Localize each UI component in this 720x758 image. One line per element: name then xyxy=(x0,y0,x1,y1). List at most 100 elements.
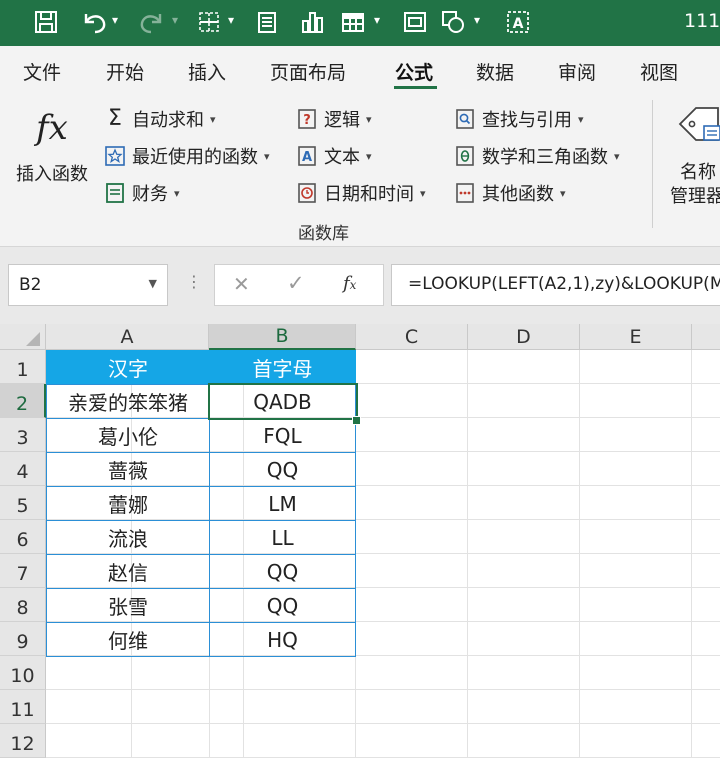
shapes-dropdown-icon[interactable]: ▾ xyxy=(474,13,480,27)
insert-function-button[interactable]: fx 插入函数 xyxy=(12,102,96,202)
math-trig-label: 数学和三角函数 xyxy=(482,147,608,168)
row-header-7[interactable]: 7 xyxy=(0,554,46,588)
tab-file[interactable]: 文件 xyxy=(23,58,61,85)
table-cell[interactable]: 张雪 xyxy=(46,588,210,623)
row-header-8[interactable]: 8 xyxy=(0,588,46,622)
undo-dropdown-icon[interactable]: ▾ xyxy=(112,13,118,27)
redo-dropdown-icon[interactable]: ▾ xyxy=(172,13,178,27)
chart-icon[interactable] xyxy=(298,6,328,38)
row-header-1[interactable]: 1 xyxy=(0,350,46,384)
column-header-c[interactable]: C xyxy=(356,324,468,350)
table-cell[interactable]: 葛小伦 xyxy=(46,418,210,453)
redo-icon[interactable] xyxy=(136,6,168,38)
chevron-down-icon[interactable]: ▼ xyxy=(149,277,157,290)
row-header-6[interactable]: 6 xyxy=(0,520,46,554)
table-cell[interactable]: 流浪 xyxy=(46,520,210,555)
column-header-d[interactable]: D xyxy=(468,324,580,350)
recent-functions-label: 最近使用的函数 xyxy=(132,147,258,168)
tab-view[interactable]: 视图 xyxy=(640,58,678,85)
form-icon[interactable] xyxy=(252,6,282,38)
table-dropdown-icon[interactable]: ▾ xyxy=(374,13,380,27)
table-cell[interactable]: HQ xyxy=(209,622,356,657)
row-header-5[interactable]: 5 xyxy=(0,486,46,520)
chevron-down-icon: ▾ xyxy=(210,112,216,126)
column-header-f[interactable] xyxy=(692,324,720,350)
confirm-icon[interactable]: ✓ xyxy=(287,271,305,295)
borders-icon[interactable] xyxy=(194,6,224,38)
financial-button[interactable]: 财务 ▾ xyxy=(104,180,180,206)
autosum-label: 自动求和 xyxy=(132,110,204,131)
row-header-9[interactable]: 9 xyxy=(0,622,46,656)
logical-button[interactable]: ? 逻辑 ▾ xyxy=(296,106,372,132)
name-manager-button[interactable]: 名称 管理器 xyxy=(664,100,720,210)
lookup-reference-button[interactable]: 查找与引用 ▾ xyxy=(454,106,584,132)
text-label: 文本 xyxy=(324,147,360,168)
chevron-down-icon: ▾ xyxy=(578,112,584,126)
clock-icon xyxy=(296,182,318,204)
row-header-4[interactable]: 4 xyxy=(0,452,46,486)
table-header-initials[interactable]: 首字母 xyxy=(209,350,356,385)
chevron-down-icon: ▾ xyxy=(366,149,372,163)
table-header-hanzi[interactable]: 汉字 xyxy=(46,350,210,385)
formula-text: =LOOKUP(LEFT(A2,1),zy)&LOOKUP(MID(A2,2,1… xyxy=(408,274,720,294)
column-header-b[interactable]: B xyxy=(209,324,356,350)
text-icon: A xyxy=(296,145,318,167)
row-header-11[interactable]: 11 xyxy=(0,690,46,724)
shapes-icon[interactable] xyxy=(438,6,468,38)
row-header-2[interactable]: 2 xyxy=(0,384,46,418)
borders-dropdown-icon[interactable]: ▾ xyxy=(228,13,234,27)
svg-text:?: ? xyxy=(303,113,311,128)
save-icon[interactable] xyxy=(30,6,62,38)
tab-formulas[interactable]: 公式 xyxy=(395,58,433,85)
recent-functions-button[interactable]: 最近使用的函数 ▾ xyxy=(104,143,270,169)
row-header-3[interactable]: 3 xyxy=(0,418,46,452)
autosum-button[interactable]: Σ 自动求和 ▾ xyxy=(104,106,216,132)
active-tab-indicator xyxy=(394,86,437,89)
fill-handle[interactable] xyxy=(352,416,361,425)
tab-review[interactable]: 审阅 xyxy=(558,58,596,85)
undo-icon[interactable] xyxy=(78,6,110,38)
logical-label: 逻辑 xyxy=(324,110,360,131)
frame-icon[interactable] xyxy=(400,6,430,38)
file-title: 111 xyxy=(684,10,720,32)
table-cell[interactable]: QQ xyxy=(209,452,356,487)
table-cell[interactable]: LL xyxy=(209,520,356,555)
chevron-down-icon: ▾ xyxy=(366,112,372,126)
date-time-button[interactable]: 日期和时间 ▾ xyxy=(296,180,426,206)
tab-home[interactable]: 开始 xyxy=(106,58,144,85)
financial-label: 财务 xyxy=(132,184,168,205)
insert-function-icon[interactable]: fx xyxy=(343,273,356,294)
table-cell[interactable]: 蕾娜 xyxy=(46,486,210,521)
lookup-reference-label: 查找与引用 xyxy=(482,110,572,131)
table-cell[interactable]: LM xyxy=(209,486,356,521)
textbox-icon[interactable]: A xyxy=(502,6,534,38)
table-cell[interactable]: 亲爱的笨笨猪 xyxy=(46,384,210,419)
formula-input[interactable]: =LOOKUP(LEFT(A2,1),zy)&LOOKUP(MID(A2,2,1… xyxy=(391,264,720,306)
table-cell[interactable]: FQL xyxy=(209,418,356,453)
table-cell[interactable]: QQ xyxy=(209,554,356,589)
column-header-a[interactable]: A xyxy=(46,324,209,350)
table-cell[interactable]: QQ xyxy=(209,588,356,623)
tab-data[interactable]: 数据 xyxy=(476,58,514,85)
vertical-dots-icon[interactable]: ⋮ xyxy=(186,272,202,291)
text-button[interactable]: A 文本 ▾ xyxy=(296,143,372,169)
fx-icon: fx xyxy=(36,108,68,148)
row-header-10[interactable]: 10 xyxy=(0,656,46,690)
more-functions-button[interactable]: 其他函数 ▾ xyxy=(454,180,566,206)
select-all-corner[interactable] xyxy=(0,324,46,350)
svg-text:A: A xyxy=(513,16,524,32)
table-icon[interactable] xyxy=(338,6,368,38)
ribbon-separator xyxy=(652,100,653,228)
cancel-icon[interactable]: ✕ xyxy=(233,272,250,296)
table-cell[interactable]: 蔷薇 xyxy=(46,452,210,487)
table-cell[interactable]: 赵信 xyxy=(46,554,210,589)
tab-page-layout[interactable]: 页面布局 xyxy=(270,58,346,85)
tab-insert[interactable]: 插入 xyxy=(188,58,226,85)
math-trig-button[interactable]: 数学和三角函数 ▾ xyxy=(454,143,620,169)
row-header-12[interactable]: 12 xyxy=(0,724,46,758)
table-cell[interactable]: 何维 xyxy=(46,622,210,657)
question-icon: ? xyxy=(296,108,318,130)
name-box[interactable]: B2 ▼ xyxy=(8,264,168,306)
column-header-e[interactable]: E xyxy=(580,324,692,350)
star-icon xyxy=(104,145,126,167)
